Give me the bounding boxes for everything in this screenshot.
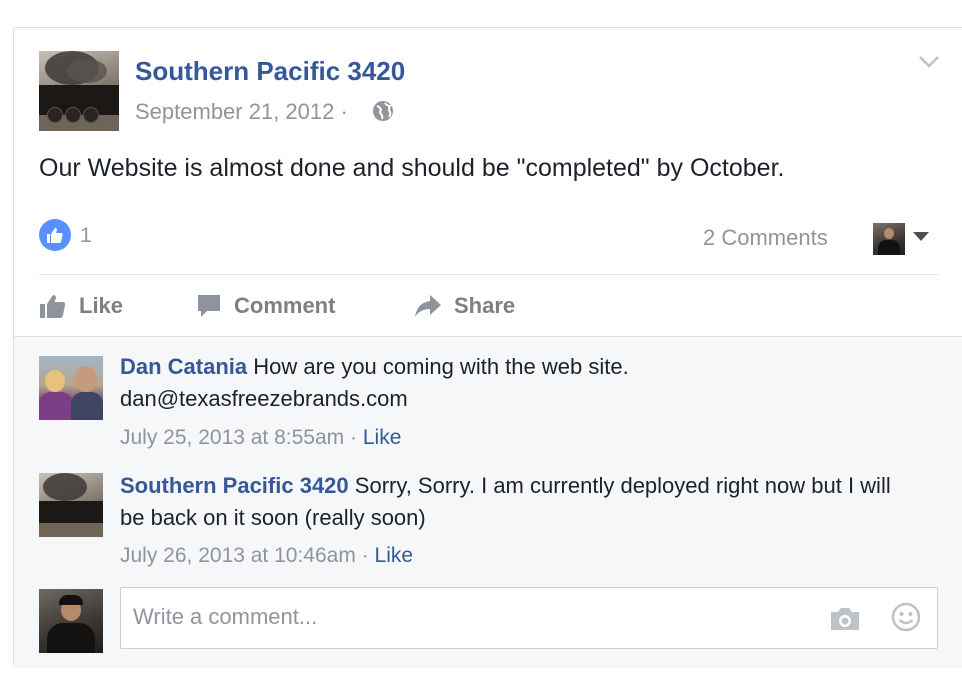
comment-like-link[interactable]: Like xyxy=(363,426,402,449)
caret-down-icon[interactable] xyxy=(913,232,929,241)
date-separator: · xyxy=(340,99,348,124)
divider xyxy=(39,274,939,275)
comment-label: Comment xyxy=(234,293,336,318)
share-button[interactable]: Share xyxy=(414,293,515,319)
post-author-name[interactable]: Southern Pacific 3420 xyxy=(135,56,405,87)
share-label: Share xyxy=(454,293,516,318)
globe-icon[interactable] xyxy=(372,100,394,122)
thumbs-up-icon xyxy=(47,228,63,243)
post-date-text[interactable]: September 21, 2012 xyxy=(135,99,334,124)
page-avatar[interactable] xyxy=(39,51,119,131)
comment-button[interactable]: Comment xyxy=(196,293,335,319)
comments-section: Dan Catania How are you coming with the … xyxy=(14,336,962,668)
emoji-icon[interactable] xyxy=(891,602,921,632)
comments-count[interactable]: 2 Comments xyxy=(703,225,828,251)
thumbs-up-icon xyxy=(40,295,66,318)
comment-bubble-icon xyxy=(198,295,220,317)
comment-like-link[interactable]: Like xyxy=(375,544,414,567)
comment-meta: July 26, 2013 at 10:46am · Like xyxy=(120,544,413,568)
meta-separator: · xyxy=(361,544,369,567)
comment-author[interactable]: Southern Pacific 3420 xyxy=(120,473,349,498)
like-count[interactable]: 1 xyxy=(80,224,92,248)
meta-separator: · xyxy=(350,426,357,449)
comment-input[interactable]: Write a comment... xyxy=(120,587,938,649)
like-reaction-icon[interactable] xyxy=(39,219,71,251)
post-timestamp: September 21, 2012 · xyxy=(135,99,348,125)
commenter-avatar[interactable] xyxy=(39,356,103,420)
chevron-down-icon[interactable] xyxy=(918,54,940,70)
viewer-avatar[interactable] xyxy=(873,223,905,255)
comment-input-placeholder: Write a comment... xyxy=(133,604,318,629)
comment-author[interactable]: Dan Catania xyxy=(120,354,247,379)
like-label: Like xyxy=(79,293,124,318)
comment-body: Dan Catania How are you coming with the … xyxy=(120,351,920,415)
comment-timestamp[interactable]: July 25, 2013 at 8:55am xyxy=(120,426,344,449)
like-button[interactable]: Like xyxy=(39,293,123,319)
comment-timestamp[interactable]: July 26, 2013 at 10:46am xyxy=(120,544,356,567)
post-card: Southern Pacific 3420 September 21, 2012… xyxy=(13,27,962,668)
commenter-avatar[interactable] xyxy=(39,473,103,537)
viewer-avatar[interactable] xyxy=(39,589,103,653)
camera-icon[interactable] xyxy=(829,606,861,632)
share-arrow-icon xyxy=(415,295,441,317)
comment-meta: July 25, 2013 at 8:55am · Like xyxy=(120,426,401,450)
comment-body: Southern Pacific 3420 Sorry, Sorry. I am… xyxy=(120,470,920,534)
post-text: Our Website is almost done and should be… xyxy=(39,154,785,182)
